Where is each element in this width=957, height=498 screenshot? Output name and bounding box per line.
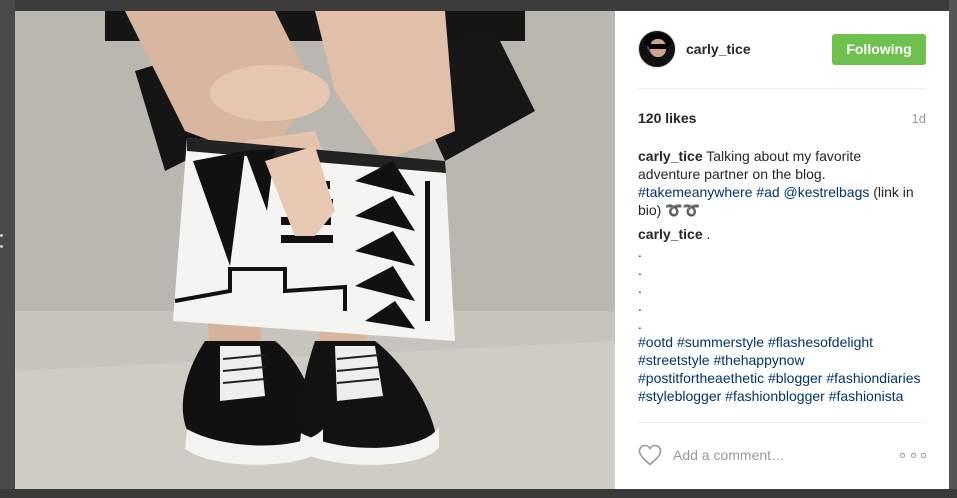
comments-list[interactable]: carly_tice Talking about my favorite adv… (638, 147, 926, 423)
dot-line: . (638, 262, 642, 278)
post-photo[interactable] (15, 11, 615, 489)
comment-bar (638, 441, 926, 469)
hashtag-link[interactable]: #postitfortheaethetic (638, 370, 764, 386)
following-button[interactable]: Following (832, 33, 926, 65)
hashtag-link[interactable]: #styleblogger (638, 388, 721, 404)
hashtag-link[interactable]: #fashionblogger (725, 388, 825, 404)
hashtag-link[interactable]: #ad (756, 184, 779, 200)
add-comment-input[interactable] (673, 447, 900, 463)
dot-line: . (638, 316, 642, 332)
more-options-icon[interactable] (900, 450, 926, 460)
likes-row: 120 likes 1d (638, 109, 926, 127)
avatar[interactable] (638, 30, 676, 68)
mention-link[interactable]: @kestrelbags (784, 184, 870, 200)
hashtag-comment: carly_tice . . . . . . #ootd #summerstyl… (638, 225, 926, 405)
username-link[interactable]: carly_tice (686, 41, 832, 57)
heart-icon[interactable] (638, 444, 662, 466)
backdrop (0, 0, 957, 11)
post-side-panel: carly_tice Following 120 likes 1d carly_… (615, 11, 949, 489)
dot-line: . (638, 298, 642, 314)
divider (638, 88, 926, 89)
hashtag-link[interactable]: #flashesofdelight (768, 334, 873, 350)
hashtag-link[interactable]: #summerstyle (677, 334, 764, 350)
comment-text: . (706, 226, 711, 242)
post-header: carly_tice Following (638, 29, 926, 69)
hashtag-link[interactable]: #blogger (768, 370, 823, 386)
post-modal: carly_tice Following 120 likes 1d carly_… (15, 11, 949, 489)
post-timestamp[interactable]: 1d (912, 111, 926, 126)
prev-post-arrow[interactable] (0, 234, 4, 264)
hashtag-link[interactable]: #fashiondiaries (826, 370, 920, 386)
hashtag-link[interactable]: #fashionista (829, 388, 904, 404)
dot-line: . (638, 280, 642, 296)
backdrop-right (949, 0, 957, 498)
caption-comment: carly_tice Talking about my favorite adv… (638, 147, 926, 219)
hashtag-link[interactable]: #streetstyle (638, 352, 710, 368)
comment-author[interactable]: carly_tice (638, 226, 703, 242)
dot-line: . (638, 244, 642, 260)
comment-author[interactable]: carly_tice (638, 148, 703, 164)
hashtag-link[interactable]: #thehappynow (713, 352, 804, 368)
divider (638, 422, 926, 423)
hashtag-link[interactable]: #takemeanywhere (638, 184, 752, 200)
likes-count[interactable]: 120 likes (638, 110, 696, 126)
hashtag-link[interactable]: #ootd (638, 334, 673, 350)
backdrop-bottom (0, 489, 957, 498)
